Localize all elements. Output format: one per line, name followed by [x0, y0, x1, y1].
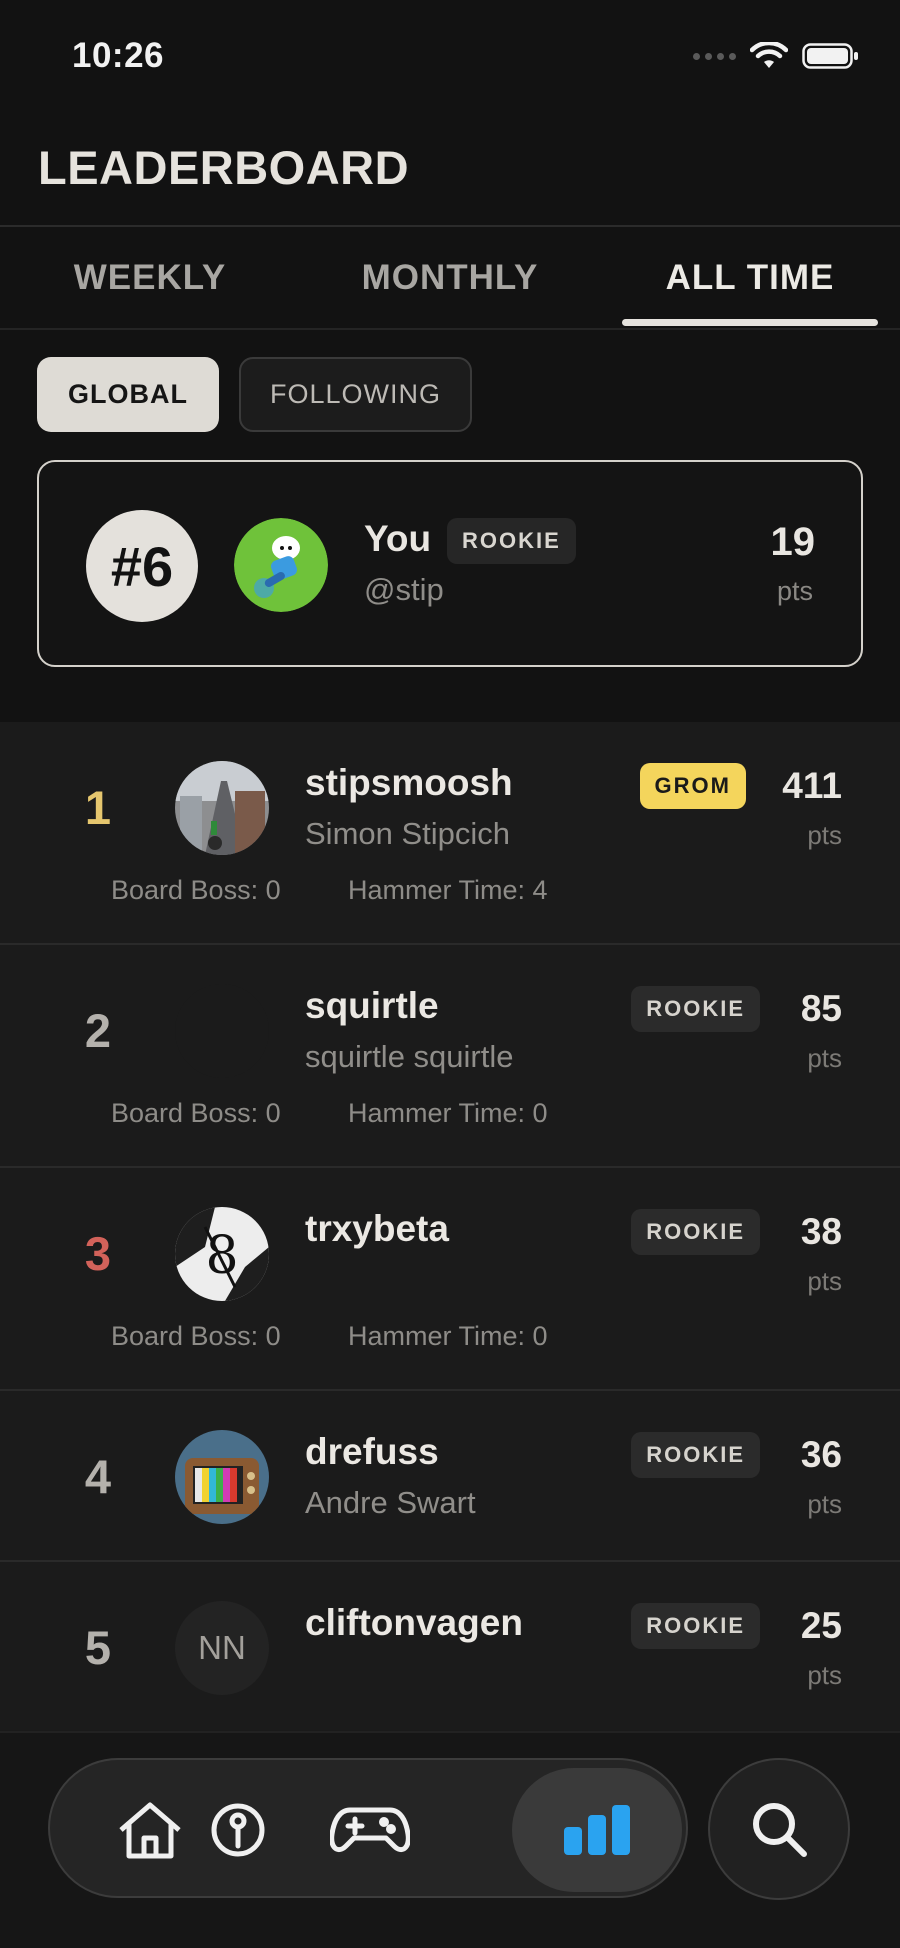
level-badge: ROOKIE	[631, 1209, 760, 1255]
full-name: Simon Stipcich	[305, 816, 511, 851]
points: 25	[800, 1605, 842, 1646]
level-badge: GROM	[639, 763, 746, 809]
level-badge: ROOKIE	[631, 1432, 760, 1478]
following-filter-button[interactable]: FOLLOWING	[239, 357, 472, 432]
status-icons	[693, 42, 860, 70]
status-bar: 10:26	[0, 0, 900, 110]
bottom-tab-bar	[48, 1758, 688, 1898]
level-badge: ROOKIE	[631, 986, 760, 1032]
leaderboard-row[interactable]: 1 stipsmoosh Simon Stipcich GROM 411 pts…	[0, 722, 900, 945]
points-unit: pts	[807, 1489, 842, 1519]
tab-weekly[interactable]: WEEKLY	[0, 228, 300, 328]
board-boss-stat: Board Boss: 0	[111, 1321, 281, 1351]
signal-icon	[693, 52, 736, 60]
period-tabs: WEEKLY MONTHLY ALL TIME	[0, 228, 900, 328]
full-name: Andre Swart	[305, 1485, 476, 1520]
divider	[0, 328, 900, 330]
rank-number: 4	[84, 1450, 112, 1503]
leaderboard-row[interactable]: 5 NN cliftonvagen ROOKIE 25 pts	[0, 1562, 900, 1733]
battery-icon	[802, 43, 858, 69]
my-handle: @stip	[364, 572, 444, 607]
tab-monthly[interactable]: MONTHLY	[300, 228, 600, 328]
hammer-time-stat: Hammer Time: 0	[348, 1098, 548, 1128]
username: trxybeta	[305, 1208, 449, 1249]
tab-all-time[interactable]: ALL TIME	[600, 228, 900, 328]
my-level-badge: ROOKIE	[447, 518, 576, 564]
board-boss-stat: Board Boss: 0	[111, 1098, 281, 1128]
points-unit: pts	[807, 1660, 842, 1690]
wifi-icon	[750, 42, 788, 68]
full-name: squirtle squirtle	[305, 1039, 514, 1074]
avatar	[175, 761, 269, 855]
rank-number: 1	[84, 781, 112, 834]
points: 38	[800, 1211, 842, 1252]
leaderboard-row[interactable]: 3 8 trxybeta ROOKIE 38 pts Board Boss: 0…	[0, 1168, 900, 1391]
hammer-time-stat: Hammer Time: 4	[348, 875, 548, 905]
gamepad-icon[interactable]	[330, 1790, 410, 1870]
username: squirtle	[305, 985, 439, 1026]
leaderboard-row[interactable]: 2 squirtle squirtle squirtle ROOKIE 85 p…	[0, 945, 900, 1168]
rank-number: 3	[84, 1227, 112, 1280]
leaderboard-row[interactable]: 4 drefuss Andre Swart ROOKIE 36 pts	[0, 1391, 900, 1562]
avatar	[175, 984, 269, 1078]
leaderboard-icon[interactable]	[512, 1768, 682, 1892]
divider	[0, 225, 900, 227]
level-badge: ROOKIE	[631, 1603, 760, 1649]
my-avatar	[234, 518, 328, 612]
global-filter-button[interactable]: GLOBAL	[37, 357, 219, 432]
rank-number: 5	[84, 1621, 112, 1674]
username: stipsmoosh	[305, 762, 513, 803]
home-icon[interactable]	[110, 1790, 190, 1870]
points: 85	[800, 988, 842, 1029]
avatar: 8	[175, 1207, 269, 1301]
leaderboard-list: 1 stipsmoosh Simon Stipcich GROM 411 pts…	[0, 722, 900, 1733]
points-unit: pts	[807, 820, 842, 850]
my-points-unit: pts	[776, 576, 813, 606]
username: cliftonvagen	[305, 1602, 523, 1643]
my-rank-badge: #6	[86, 510, 198, 622]
rank-number: 2	[84, 1004, 112, 1057]
search-icon[interactable]	[708, 1758, 850, 1900]
my-name: You	[364, 518, 432, 559]
board-boss-stat: Board Boss: 0	[111, 875, 281, 905]
username: drefuss	[305, 1431, 439, 1472]
my-rank-card[interactable]: #6 You ROOKIE @stip 19 pts	[37, 460, 863, 667]
my-points: 19	[770, 520, 816, 564]
pin-icon[interactable]	[198, 1790, 278, 1870]
avatar-initials: NN	[175, 1601, 269, 1695]
status-time: 10:26	[72, 36, 165, 75]
avatar	[175, 1430, 269, 1524]
points: 411	[782, 765, 842, 806]
scope-filter: GLOBAL FOLLOWING	[37, 357, 472, 432]
points-unit: pts	[807, 1043, 842, 1073]
hammer-time-stat: Hammer Time: 0	[348, 1321, 548, 1351]
points: 36	[800, 1434, 842, 1475]
page-title: LEADERBOARD	[38, 141, 410, 194]
points-unit: pts	[807, 1266, 842, 1296]
